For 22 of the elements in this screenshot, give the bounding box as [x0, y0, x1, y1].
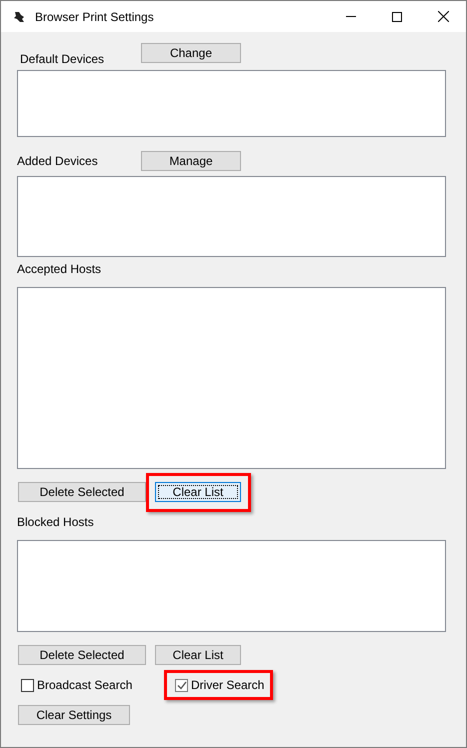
- section-label: Added Devices: [17, 154, 99, 168]
- list-box[interactable]: [17, 176, 446, 257]
- checkbox[interactable]: Driver Search: [175, 678, 264, 692]
- action-button[interactable]: Delete Selected: [18, 645, 146, 665]
- list-box[interactable]: [17, 540, 446, 632]
- maximize-icon: [392, 12, 402, 22]
- section-label: Accepted Hosts: [17, 262, 102, 276]
- change-button[interactable]: Change: [141, 43, 241, 63]
- check-icon: [176, 680, 186, 690]
- window-title: Browser Print Settings: [35, 8, 154, 26]
- list-box[interactable]: [17, 70, 446, 137]
- checkbox[interactable]: Broadcast Search: [21, 678, 132, 692]
- app-icon: [12, 10, 26, 24]
- section-label: Default Devices: [19, 51, 106, 66]
- action-button[interactable]: Delete Selected: [18, 482, 146, 502]
- action-button[interactable]: Clear List: [155, 645, 241, 665]
- section-label: Blocked Hosts: [17, 515, 94, 529]
- clear-settings-button[interactable]: Clear Settings: [18, 705, 130, 725]
- manage-button[interactable]: Manage: [141, 151, 241, 171]
- close-icon: [438, 11, 448, 22]
- minimize-icon: [346, 16, 356, 17]
- action-button[interactable]: Clear List: [155, 482, 241, 502]
